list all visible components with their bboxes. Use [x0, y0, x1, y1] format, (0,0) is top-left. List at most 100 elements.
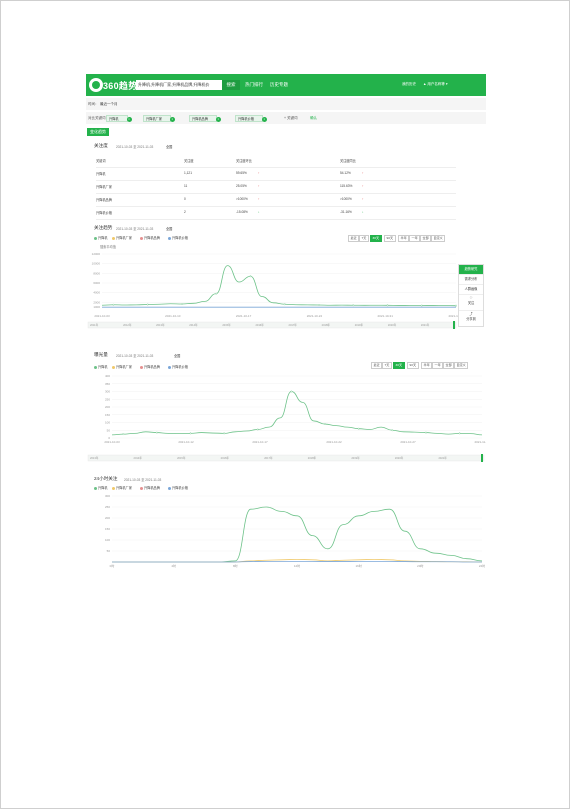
legend-item[interactable]: 升降机价格 [168, 485, 188, 490]
nav-history-topic[interactable]: 历史专题 [270, 82, 288, 88]
data-point[interactable] [391, 429, 394, 432]
keyword-chip[interactable]: 升降机厂家 × [143, 115, 175, 122]
data-point[interactable] [122, 433, 125, 436]
chip-remove-icon[interactable]: × [261, 117, 267, 122]
side-menu-persona[interactable]: 人群画像 [459, 285, 483, 295]
trend-scope[interactable]: 全国 [166, 226, 172, 231]
range-button[interactable]: 全部 [420, 235, 432, 242]
legend-dot-icon [112, 236, 115, 240]
chip-remove-icon[interactable]: × [126, 117, 132, 122]
range-button[interactable]: 一年 [409, 235, 421, 242]
legend-item[interactable]: 升降机厂家 [112, 485, 132, 490]
legend-item[interactable]: 升降机厂家 [112, 235, 132, 240]
legend-item[interactable]: 升降机品牌 [140, 485, 160, 490]
attention-scope[interactable]: 全国 [166, 144, 172, 149]
range-button[interactable]: 半年 [398, 235, 410, 242]
range-button[interactable]: 最近 [348, 235, 360, 242]
keyword-chip[interactable]: 升降机品牌 × [189, 115, 221, 122]
search-button[interactable]: 搜索 [222, 80, 240, 90]
range-button[interactable]: 半年 [421, 362, 433, 369]
legend-dot-icon [112, 365, 115, 369]
range-button[interactable]: 一年 [432, 362, 444, 369]
confirm-button[interactable]: 确认 [310, 116, 317, 121]
navigator-handle[interactable] [453, 321, 455, 329]
data-point[interactable] [458, 432, 461, 435]
section-tab-trend[interactable]: 变化趋势 [87, 128, 109, 136]
navigator-year-label: 2016年 [255, 323, 264, 327]
range-button[interactable]: 7天 [382, 362, 392, 369]
heart-icon: ♡ [469, 296, 473, 300]
data-point[interactable] [256, 428, 259, 431]
add-keyword-button[interactable]: + 关键词 [284, 116, 298, 121]
media-scope[interactable]: 全国 [174, 353, 180, 358]
data-point[interactable] [386, 304, 389, 307]
row-keyword: 升降机 [96, 172, 106, 176]
x-tick-label: 2021-10-12 [178, 440, 194, 444]
navigator-year-label: 2016年 [221, 456, 230, 460]
media-title: 曝光量 [94, 352, 108, 357]
time-select[interactable]: 最近一个月 [100, 102, 118, 107]
data-point[interactable] [290, 390, 293, 393]
data-point[interactable] [455, 304, 457, 307]
y-tick-label: 8000 [93, 271, 100, 275]
chip-remove-icon[interactable]: × [169, 117, 175, 122]
keyword-chip[interactable]: 升降机价格 × [235, 115, 267, 122]
legend-item[interactable]: 升降机价格 [168, 364, 188, 369]
side-menu-demand[interactable]: 需求分布 [459, 275, 483, 285]
side-menu-share[interactable]: ⤴ 分享到 [459, 311, 483, 326]
range-button[interactable]: 30天 [370, 235, 382, 242]
data-point[interactable] [249, 275, 252, 278]
y-tick-label: 1000 [93, 305, 100, 309]
range-button[interactable]: 自定义 [454, 362, 469, 369]
legend-item[interactable]: 升降机 [94, 235, 108, 240]
data-point[interactable] [223, 432, 226, 435]
row-value: 2 [184, 210, 186, 214]
my-history-link[interactable]: 我的历史 [402, 82, 416, 87]
navigator-handle[interactable] [481, 454, 483, 462]
legend-item[interactable]: 升降机 [94, 485, 108, 490]
legend-item[interactable]: 升降机价格 [168, 235, 188, 240]
data-point[interactable] [155, 431, 158, 434]
data-point[interactable] [189, 432, 192, 435]
nav-hot-rank[interactable]: 热门排行 [245, 82, 263, 88]
x-tick-label: 2021-10-17 [236, 314, 252, 318]
range-button[interactable]: 90天 [407, 362, 419, 369]
data-point[interactable] [324, 423, 326, 425]
data-point[interactable] [112, 303, 115, 306]
range-button[interactable]: 30天 [393, 362, 405, 369]
range-button[interactable]: 最近 [371, 362, 383, 369]
data-point[interactable] [420, 304, 423, 307]
user-menu[interactable]: ▲ 用户名称等 ▾ [423, 82, 448, 87]
x-tick-label: 2021-10-27 [400, 440, 416, 444]
trend-card: 关注趋势 2021-10-03 至 2021-11-03 全国 升降机 升降机厂家… [86, 220, 458, 335]
data-point[interactable] [181, 303, 183, 305]
data-point[interactable] [215, 292, 218, 295]
data-point[interactable] [425, 431, 427, 434]
legend-item[interactable]: 升降机 [94, 364, 108, 369]
data-point[interactable] [146, 303, 149, 306]
range-button[interactable]: 自定义 [431, 235, 446, 242]
x-tick-label: 2021-10-03 [94, 314, 110, 318]
legend-item[interactable]: 升降机厂家 [112, 364, 132, 369]
side-menu-trend[interactable]: 趋势研究 [459, 265, 483, 275]
keyword-chip[interactable]: 升降机 × [106, 115, 132, 122]
data-point[interactable] [283, 303, 286, 306]
range-navigator[interactable] [87, 321, 457, 329]
side-menu-follow[interactable]: ♡ 关注 [459, 295, 483, 311]
range-button[interactable]: 90天 [384, 235, 396, 242]
hourly-title: 24小时关注 [94, 476, 118, 481]
legend-item[interactable]: 升降机品牌 [140, 235, 160, 240]
range-navigator[interactable] [87, 454, 485, 462]
search-input[interactable] [136, 80, 222, 90]
range-button[interactable]: 全部 [443, 362, 455, 369]
brand-title: 360趋势 [103, 81, 138, 91]
data-point[interactable] [357, 427, 360, 430]
legend-dot-icon [140, 365, 143, 369]
data-point[interactable] [352, 304, 355, 307]
legend-item[interactable]: 升降机品牌 [140, 364, 160, 369]
data-point[interactable] [318, 304, 320, 306]
chip-remove-icon[interactable]: × [215, 117, 221, 122]
x-tick-label: 8时 [233, 563, 238, 568]
navigator-year-label: 2015年 [222, 323, 231, 327]
range-button[interactable]: 7天 [359, 235, 369, 242]
